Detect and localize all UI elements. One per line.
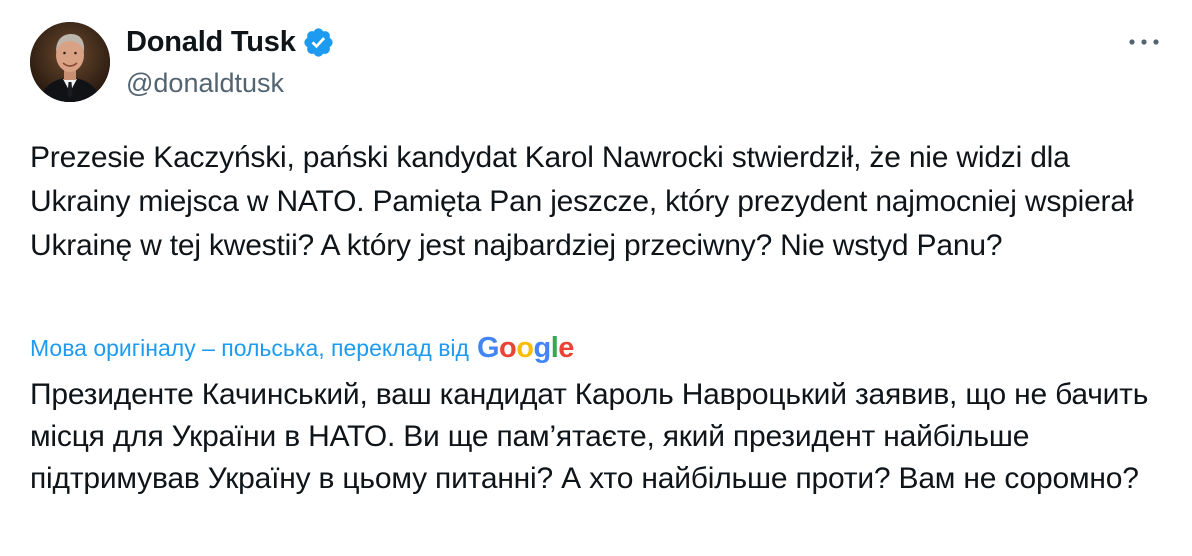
translation-label-link[interactable]: Мова оригіналу – польська, переклад від (30, 335, 469, 362)
author-name-text[interactable]: Donald Tusk (126, 25, 296, 59)
google-logo: Google (476, 332, 574, 364)
author-handle[interactable]: @donaldtusk (126, 66, 284, 100)
tweet-original-text: Prezesie Kaczyński, pański kandydat Karo… (30, 141, 1134, 262)
more-dots-icon (1129, 39, 1159, 45)
verified-badge-icon[interactable] (302, 26, 335, 59)
more-options-button[interactable] (1126, 28, 1162, 56)
tweet-translated-text: Президенте Качинський, ваш кандидат Каро… (30, 378, 1149, 495)
tweet: Donald Tusk @donaldtusk Prezesie Kaczyńs… (0, 0, 1192, 556)
author-name[interactable]: Donald Tusk (126, 25, 335, 59)
translation-attribution: Мова оригіналу – польська, переклад від … (30, 330, 574, 366)
avatar[interactable] (30, 22, 110, 102)
